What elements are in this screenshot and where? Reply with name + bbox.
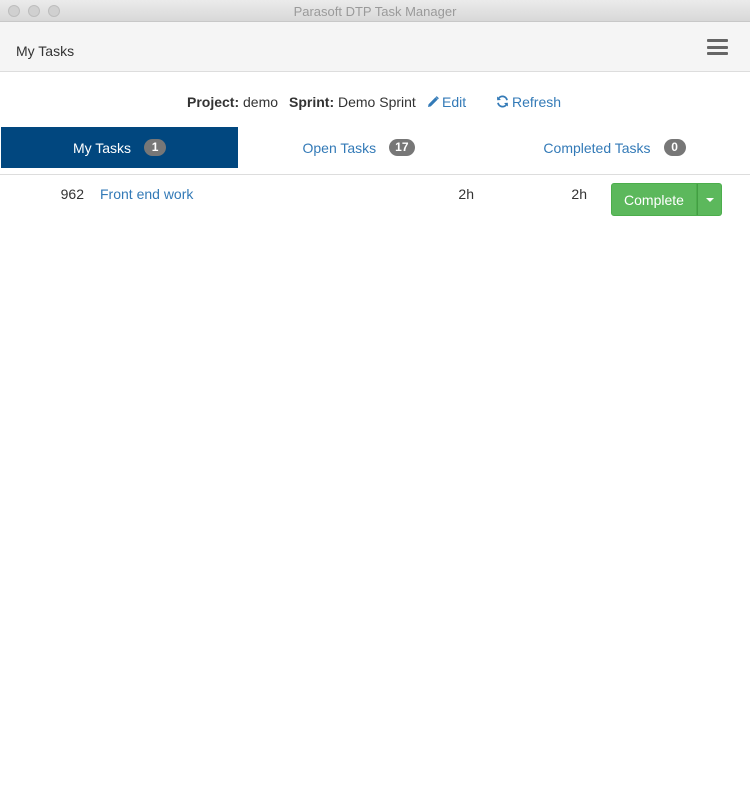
complete-button-group: Complete bbox=[611, 183, 722, 216]
caret-down-icon bbox=[705, 197, 714, 202]
project-info: Project: demo bbox=[187, 94, 278, 110]
task-row: 962 Front end work 2h 2h Complete bbox=[0, 183, 750, 219]
complete-options-dropdown[interactable] bbox=[697, 183, 722, 216]
refresh-label: Refresh bbox=[512, 94, 562, 110]
edit-label: Edit bbox=[442, 94, 467, 110]
task-id: 962 bbox=[60, 186, 84, 202]
tab-label: Open Tasks bbox=[302, 139, 377, 156]
tab-label: My Tasks bbox=[72, 139, 132, 156]
navbar-title: My Tasks bbox=[16, 43, 75, 59]
sprint-info: Sprint: Demo Sprint bbox=[289, 94, 416, 110]
hamburger-menu-icon[interactable] bbox=[707, 39, 728, 55]
tab-label: Completed Tasks bbox=[543, 139, 651, 156]
window-title: Parasoft DTP Task Manager bbox=[293, 4, 457, 19]
sprint-value: Demo Sprint bbox=[338, 94, 416, 110]
task-count-badge: 0 bbox=[663, 139, 686, 156]
refresh-icon bbox=[497, 95, 508, 108]
tab-completed-tasks[interactable]: Completed Tasks 0 bbox=[479, 127, 750, 168]
task-tabs: My Tasks 1 Open Tasks 17 Completed Tasks… bbox=[0, 127, 750, 175]
sprint-label: Sprint: bbox=[289, 94, 335, 110]
navbar: My Tasks bbox=[0, 22, 750, 72]
task-count-badge: 17 bbox=[389, 139, 415, 156]
window-titlebar: Parasoft DTP Task Manager bbox=[0, 0, 750, 22]
refresh-button[interactable]: Refresh bbox=[496, 94, 561, 110]
project-bar: Project: demo Sprint: Demo Sprint Edit R… bbox=[0, 94, 750, 112]
edit-button[interactable]: Edit bbox=[427, 94, 466, 110]
pencil-icon bbox=[428, 96, 439, 107]
task-estimate: 2h bbox=[458, 186, 474, 202]
task-name-link[interactable]: Front end work bbox=[100, 186, 193, 202]
task-remaining: 2h bbox=[571, 186, 587, 202]
tab-my-tasks[interactable]: My Tasks 1 bbox=[1, 127, 238, 168]
task-count-badge: 1 bbox=[144, 139, 167, 156]
tab-open-tasks[interactable]: Open Tasks 17 bbox=[238, 127, 479, 168]
complete-button[interactable]: Complete bbox=[611, 183, 697, 216]
project-value: demo bbox=[243, 94, 279, 110]
project-label: Project: bbox=[187, 94, 240, 110]
